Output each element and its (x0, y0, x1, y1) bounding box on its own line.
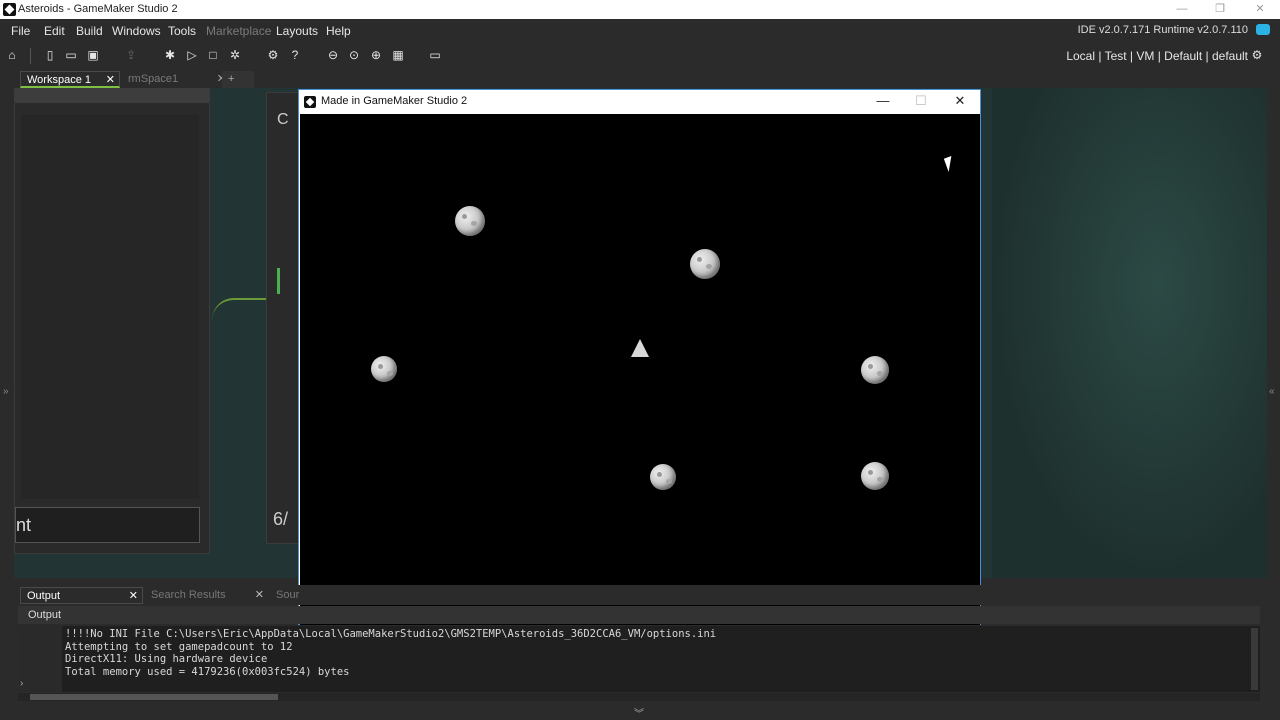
target-gear-icon[interactable]: ⚙ (1248, 46, 1266, 64)
game-window-title: Made in GameMaker Studio 2 (321, 95, 468, 107)
panel-header (15, 89, 209, 103)
menu-layouts[interactable]: Layouts (276, 24, 318, 38)
new-project-icon[interactable]: ▯ (41, 46, 59, 64)
target-selector[interactable]: Local | Test | VM | Default | default (1066, 49, 1248, 63)
game-maximize-button[interactable]: ☐ (902, 90, 940, 112)
zoom-reset-icon[interactable]: ⊙ (345, 46, 363, 64)
run-icon[interactable]: ▷ (183, 46, 201, 64)
output-log[interactable]: › !!!!No INI File C:\Users\Eric\AppData\… (18, 626, 1260, 692)
menu-marketplace[interactable]: Marketplace (206, 24, 271, 38)
menu-build[interactable]: Build (76, 24, 103, 38)
grid-icon[interactable]: ▦ (389, 46, 407, 64)
settings-icon[interactable]: ⚙ (264, 46, 282, 64)
game-window[interactable]: Made in GameMaker Studio 2 — ☐ ✕ (298, 89, 981, 625)
tab-label: Workspace 1 (27, 74, 91, 86)
zoom-out-icon[interactable]: ⊖ (324, 46, 342, 64)
menu-edit[interactable]: Edit (44, 24, 65, 38)
stop-icon[interactable]: □ (204, 46, 222, 64)
left-dock-arrow-icon[interactable]: » (3, 386, 9, 397)
output-line: !!!!No INI File C:\Users\Eric\AppData\Lo… (65, 628, 717, 640)
panel-text-fragment: C (277, 111, 289, 128)
player-ship (631, 339, 649, 357)
export-icon[interactable]: ⇪ (122, 46, 140, 64)
output-line: DirectX11: Using hardware device (65, 653, 268, 666)
close-icon[interactable]: ✕ (106, 72, 115, 89)
connection-line (212, 298, 266, 320)
help-icon[interactable]: ? (286, 46, 304, 64)
panel-field[interactable]: nt (15, 507, 200, 543)
toolbar-separator (30, 48, 31, 64)
game-canvas[interactable] (300, 114, 980, 625)
minimize-button[interactable]: — (1162, 0, 1202, 19)
tab-label: Output (27, 590, 61, 602)
scrollbar-thumb[interactable] (30, 694, 278, 700)
output-line: Attempting to set gamepadcount to 12 (65, 640, 293, 653)
ide-window-title: Asteroids - GameMaker Studio 2 (18, 3, 178, 15)
clean-icon[interactable]: ✲ (226, 46, 244, 64)
gamemaker-logo-icon (304, 96, 316, 108)
asteroid (690, 249, 720, 279)
output-horizontal-scrollbar[interactable] (18, 693, 1260, 701)
asteroid (455, 206, 485, 236)
panel-text-fragment: 6/ (273, 509, 289, 529)
tab-workspace-1[interactable]: Workspace 1 ✕ (20, 71, 120, 88)
asteroid (650, 464, 676, 490)
workspace-background (992, 88, 1267, 578)
field-text: nt (16, 515, 32, 535)
menu-tools[interactable]: Tools (168, 24, 196, 38)
output-vertical-scrollbar[interactable] (1251, 628, 1258, 690)
expand-handle[interactable] (277, 268, 280, 294)
tab-source[interactable]: Sour (270, 587, 310, 604)
asteroid (861, 462, 889, 490)
output-tabs: Output ✕ Search Results ✕ Sour (14, 585, 1267, 605)
output-header: Output (18, 606, 1260, 624)
game-minimize-button[interactable]: — (864, 90, 902, 112)
collapse-output-icon[interactable]: ︾ (634, 705, 644, 720)
tab-output[interactable]: Output ✕ (20, 587, 143, 604)
close-icon[interactable]: ✕ (255, 587, 264, 604)
output-gutter: › (18, 626, 62, 692)
save-icon[interactable]: ▣ (84, 46, 102, 64)
ide-version-label: IDE v2.0.7.171 Runtime v2.0.7.110 (1077, 24, 1248, 36)
gamemaker-logo-icon (3, 3, 16, 16)
toolbar: ⌂ ▯ ▭ ▣ ⇪ ✱ ▷ □ ✲ ⚙ ? ⊖ ⊙ ⊕ ▦ ▭ Local | … (0, 42, 1280, 70)
tab-label: Sour (276, 589, 300, 601)
debug-icon[interactable]: ✱ (161, 46, 179, 64)
device-manager-icon[interactable]: ▭ (426, 46, 444, 64)
asteroid (861, 356, 889, 384)
output-lines: !!!!No INI File C:\Users\Eric\AppData\Lo… (65, 628, 716, 678)
ide-title-bar: Asteroids - GameMaker Studio 2 — ❐ ✕ (0, 0, 1280, 19)
tab-rmspace1[interactable]: rmSpace1 ✕ (122, 71, 230, 88)
tab-label: Search Results (151, 589, 226, 601)
tab-search-results[interactable]: Search Results ✕ (145, 587, 268, 604)
restore-button[interactable]: ❐ (1200, 0, 1240, 19)
chat-icon[interactable] (1256, 24, 1270, 35)
prompt-icon: › (20, 678, 24, 689)
workspace-tabs: Workspace 1 ✕ rmSpace1 ✕ + (0, 69, 1280, 88)
menu-help[interactable]: Help (326, 24, 351, 38)
zoom-in-icon[interactable]: ⊕ (367, 46, 385, 64)
add-tab-button[interactable]: + (222, 71, 254, 88)
right-dock-arrow-icon[interactable]: « (1269, 386, 1275, 397)
menu-bar: File Edit Build Windows Tools Marketplac… (0, 19, 1280, 42)
close-icon[interactable]: ✕ (129, 588, 138, 605)
resource-editor-panel[interactable]: nt (14, 88, 210, 554)
open-project-icon[interactable]: ▭ (62, 46, 80, 64)
menu-windows[interactable]: Windows (112, 24, 161, 38)
tab-label: rmSpace1 (128, 73, 179, 85)
panel-body (21, 115, 199, 499)
close-button[interactable]: ✕ (1240, 0, 1280, 19)
asteroid (371, 356, 397, 382)
home-icon[interactable]: ⌂ (3, 46, 21, 64)
game-close-button[interactable]: ✕ (941, 90, 979, 112)
output-line: Total memory used = 4179236(0x003fc524) … (65, 665, 350, 678)
menu-file[interactable]: File (11, 24, 30, 38)
